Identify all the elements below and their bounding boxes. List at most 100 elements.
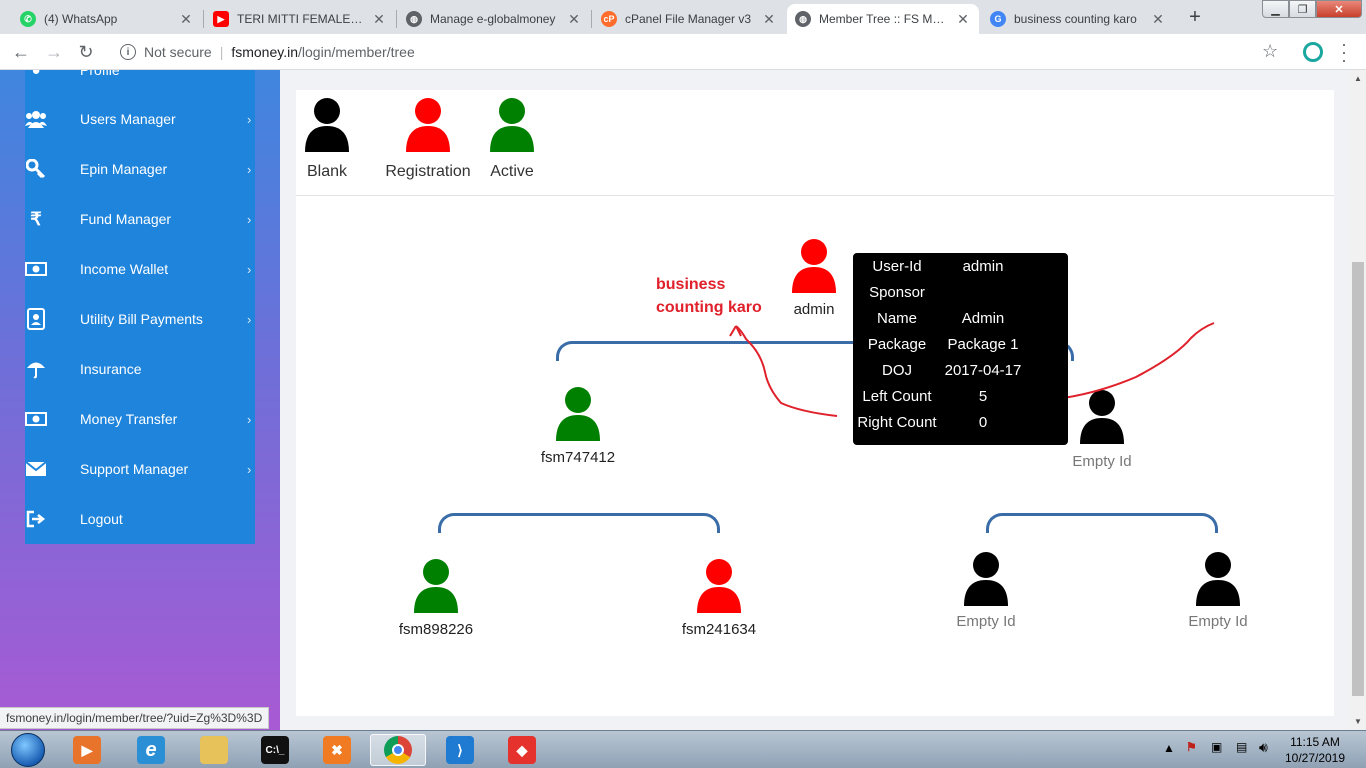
command-prompt-icon: C:\_ <box>261 736 289 764</box>
sidebar-item-users-manager[interactable]: Users Manager › <box>25 94 255 144</box>
taskbar-media-player[interactable]: ▶ <box>62 734 112 766</box>
start-button[interactable] <box>3 732 53 768</box>
sidebar-item-label: Epin Manager <box>80 161 168 177</box>
sidebar-item-label: Income Wallet <box>80 261 169 277</box>
tooltip-value: 5 <box>978 388 988 405</box>
globe-icon: ◍ <box>406 11 422 27</box>
sidebar-item-label: Money Transfer <box>80 411 178 427</box>
tooltip-row-package: Package Package 1 <box>853 336 1068 362</box>
browser-tab-bar: ✆ (4) WhatsApp ✕ ▶ TERI MITTI FEMALE VER… <box>0 0 1366 34</box>
taskbar-internet-explorer[interactable]: e <box>126 734 176 766</box>
google-icon: G <box>990 11 1006 27</box>
chevron-right-icon: › <box>247 111 252 127</box>
sidebar-item-label: Users Manager <box>80 111 176 127</box>
sidebar-item-utility-bill-payments[interactable]: Utility Bill Payments › <box>25 294 255 344</box>
youtube-icon: ▶ <box>213 11 229 27</box>
close-tab-icon[interactable]: ✕ <box>566 11 582 28</box>
tooltip-value: 0 <box>978 414 988 431</box>
tab-member-tree[interactable]: ◍ Member Tree :: FS Mone ✕ <box>787 4 979 34</box>
page-scrollbar[interactable]: ▲ ▼ <box>1350 70 1366 730</box>
tab-youtube[interactable]: ▶ TERI MITTI FEMALE VERS ✕ <box>205 4 395 34</box>
tooltip-value: Admin <box>961 310 1005 327</box>
forward-button[interactable]: → <box>42 40 66 64</box>
new-tab-button[interactable]: + <box>1181 5 1209 29</box>
tab-cpanel[interactable]: cP cPanel File Manager v3 ✕ <box>593 4 785 34</box>
url-path: /login/member/tree <box>298 44 415 60</box>
taskbar-vscode[interactable]: ⟩ <box>435 734 485 766</box>
chevron-right-icon: › <box>247 211 252 227</box>
chevron-right-icon: › <box>247 411 252 427</box>
logout-icon <box>25 509 47 529</box>
bookmark-star-icon[interactable]: ☆ <box>1262 41 1278 62</box>
tooltip-row-sponsor: Sponsor <box>853 284 1068 310</box>
status-bar-url: fsmoney.in/login/member/tree/?uid=Zg%3D%… <box>0 707 270 729</box>
sidebar-item-label: Insurance <box>80 361 142 377</box>
sidebar-item-label: Profile <box>80 70 120 78</box>
tab-manage-eglobalmoney[interactable]: ◍ Manage e-globalmoney ✕ <box>398 4 590 34</box>
action-center-icon[interactable]: ⚑ <box>1186 740 1197 754</box>
tooltip-key: Sponsor <box>869 284 925 301</box>
close-tab-icon[interactable]: ✕ <box>178 11 194 28</box>
chevron-right-icon: › <box>247 311 252 327</box>
menu-kebab-icon[interactable]: · · · <box>1338 35 1350 69</box>
media-player-icon: ▶ <box>73 736 101 764</box>
tooltip-key: DOJ <box>882 362 912 379</box>
tooltip-row-user-id: User-Id admin <box>853 258 1068 284</box>
annotation-strokes <box>729 322 1215 417</box>
sidebar-item-insurance[interactable]: Insurance <box>25 344 255 394</box>
close-tab-icon[interactable]: ✕ <box>761 11 777 28</box>
umbrella-icon <box>25 359 47 379</box>
money-icon <box>25 409 47 429</box>
sidebar-item-income-wallet[interactable]: Income Wallet › <box>25 244 255 294</box>
show-hidden-icons-arrow[interactable]: ▲ <box>1163 741 1175 755</box>
tooltip-value: 2017-04-17 <box>944 362 1022 379</box>
tab-whatsapp[interactable]: ✆ (4) WhatsApp ✕ <box>12 4 202 34</box>
member-tree-card: Blank Registration Active admin fsm74741… <box>296 90 1334 716</box>
network-icon[interactable]: ▤ <box>1236 740 1247 754</box>
main-panel: Blank Registration Active admin fsm74741… <box>280 70 1350 730</box>
scroll-up-arrow-icon[interactable]: ▲ <box>1354 74 1362 83</box>
close-tab-icon[interactable]: ✕ <box>1150 11 1166 28</box>
info-icon[interactable]: i <box>120 44 136 60</box>
volume-icon[interactable]: 🔊︎ <box>1259 739 1268 756</box>
sidebar-item-profile[interactable]: ● Profile <box>25 70 255 95</box>
scroll-down-arrow-icon[interactable]: ▼ <box>1354 717 1362 726</box>
sidebar-item-epin-manager[interactable]: Epin Manager › <box>25 144 255 194</box>
url-host: fsmoney.in <box>231 44 299 60</box>
taskbar-chrome[interactable] <box>370 734 426 766</box>
close-tab-icon[interactable]: ✕ <box>955 11 971 28</box>
tab-google-search[interactable]: G business counting karo ✕ <box>982 4 1174 34</box>
sidebar-item-support-manager[interactable]: Support Manager › <box>25 444 255 494</box>
taskbar-anydesk[interactable]: ◆ <box>497 734 547 766</box>
maximize-button[interactable]: ❐ <box>1289 0 1316 18</box>
vscode-icon: ⟩ <box>446 736 474 764</box>
chevron-right-icon: › <box>247 261 252 277</box>
windows-logo-icon <box>11 733 45 767</box>
back-button[interactable]: ← <box>9 40 33 64</box>
reload-button[interactable]: ↻ <box>74 40 98 64</box>
xampp-icon: ✖ <box>323 736 351 764</box>
close-window-button[interactable]: ✕ <box>1316 0 1362 18</box>
globe-icon: ◍ <box>795 11 811 27</box>
tooltip-row-doj: DOJ 2017-04-17 <box>853 362 1068 388</box>
device-icon[interactable]: ▣ <box>1211 740 1222 754</box>
taskbar-file-explorer[interactable] <box>189 734 239 766</box>
system-clock[interactable]: 11:15 AM 10/27/2019 <box>1280 734 1350 766</box>
tab-title: Manage e-globalmoney <box>430 12 556 26</box>
address-bar[interactable]: i Not secure | fsmoney.in/login/member/t… <box>106 37 1296 67</box>
clock-date: 10/27/2019 <box>1284 751 1346 765</box>
taskbar-command-prompt[interactable]: C:\_ <box>250 734 300 766</box>
taskbar-xampp[interactable]: ✖ <box>312 734 362 766</box>
whatsapp-icon: ✆ <box>20 11 36 27</box>
minimize-button[interactable]: ▁ <box>1262 0 1289 18</box>
sidebar-item-money-transfer[interactable]: Money Transfer › <box>25 394 255 444</box>
sidebar-item-logout[interactable]: Logout <box>25 494 255 544</box>
page-viewport: ● Profile Users Manager › Epin Manager ›… <box>0 70 1350 730</box>
tooltip-value: admin <box>962 258 1004 275</box>
extension-icon[interactable] <box>1303 42 1323 62</box>
sidebar-item-fund-manager[interactable]: ₹ Fund Manager › <box>25 194 255 244</box>
tooltip-key: Package <box>867 336 927 353</box>
rupee-icon: ₹ <box>30 208 42 229</box>
close-tab-icon[interactable]: ✕ <box>371 11 387 28</box>
scrollbar-thumb[interactable] <box>1352 262 1364 696</box>
